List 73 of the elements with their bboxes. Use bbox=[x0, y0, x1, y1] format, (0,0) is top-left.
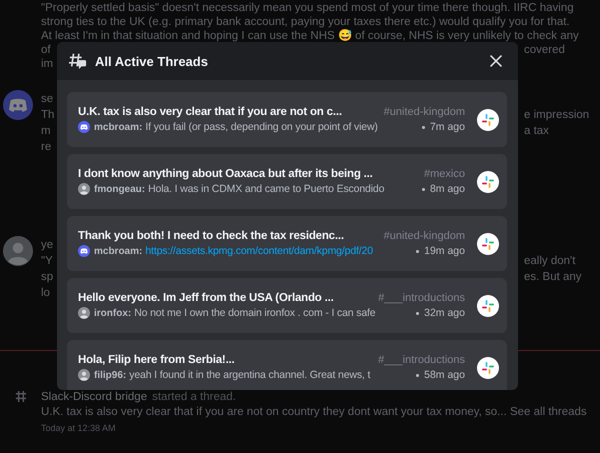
message-text: a tax bbox=[524, 125, 549, 137]
separator-dot bbox=[416, 374, 420, 376]
message-text: If you fail (or pass, depending on your point of view) bbox=[145, 121, 379, 133]
message-text: e impression bbox=[524, 109, 590, 121]
thread-card[interactable]: Hello everyone. Im Jeff from the USA (Orlando ... #___introductions ironfox: No not me I own the domain ironfox . com - I can safe 32m ago bbox=[67, 278, 507, 333]
thread-title: Hola, Filip here from Serbia!... bbox=[78, 354, 236, 366]
discord-avatar-icon bbox=[3, 90, 33, 120]
message-link[interactable]: https://assets.kpmg.com/content/dam/kpmg/pdf/20 bbox=[145, 245, 412, 257]
message-text: At least I'm in that situation and hoping I can use the NHS 😅 of course, NHS is very unlikely to check any bbox=[41, 30, 579, 42]
thread-title: Hello everyone. Im Jeff from the USA (Orlando ... bbox=[78, 292, 335, 304]
thread-card[interactable]: Thank you both! I need to check the tax residenc... #united-kingdom mcbroam: https://assets.kpmg.com/content/dam/kpmg/pdf/20 19m ago bbox=[67, 216, 507, 271]
channel-name: #mexico bbox=[424, 168, 465, 180]
thread-title: U.K. tax is also very clear that if you are not on c... bbox=[78, 106, 343, 118]
message-text: strong ties to the UK (e.g. primary bank account, paying your taxes there etc.) would qualify you for that. bbox=[41, 16, 570, 28]
author-name: filip96: bbox=[94, 370, 126, 380]
timestamp: 19m ago bbox=[424, 245, 465, 257]
message-text: Hola. I was in CDMX and came to Puerto Escondido bbox=[148, 183, 386, 195]
slack-logo-icon bbox=[477, 356, 499, 378]
author-name: ironfox: bbox=[94, 308, 132, 318]
thread-card[interactable]: U.K. tax is also very clear that if you are not on c... #united-kingdom mcbroam: If you fail (or pass, depending on your point of view) 7m ago bbox=[67, 92, 507, 147]
message-text: im bbox=[41, 58, 54, 70]
discord-avatar-icon bbox=[78, 245, 90, 257]
thread-title: I dont know anything about Oaxaca but after its being ... bbox=[78, 168, 374, 180]
separator-dot bbox=[416, 312, 420, 314]
message-text: "Properly settled basis" doesn't necessarily mean you spend most of your time there though. IIRC having bbox=[41, 2, 574, 14]
timestamp: 58m ago bbox=[424, 369, 465, 381]
threads-icon bbox=[69, 52, 87, 70]
author-name: Slack-Discord bridge bbox=[41, 391, 148, 403]
thread-title: Thank you both! I need to check the tax residenc... bbox=[78, 230, 345, 242]
message-text: sp bbox=[41, 271, 54, 283]
message-text: of bbox=[41, 44, 51, 56]
discord-avatar-icon bbox=[78, 121, 90, 133]
action-text: started a thread. bbox=[152, 391, 236, 403]
separator-dot bbox=[422, 126, 425, 128]
timestamp: Today at 12:38 AM bbox=[41, 423, 116, 433]
channel-name: #united-kingdom bbox=[384, 106, 465, 118]
hash-icon bbox=[15, 390, 27, 403]
message-text: Th bbox=[41, 109, 54, 121]
thread-card[interactable]: I dont know anything about Oaxaca but after its being ... #mexico fmongeau: Hola. I was in CDMX and came to Puerto Escondido 8m ago bbox=[67, 154, 507, 209]
message-text: covered bbox=[524, 44, 565, 56]
message-text: "Y bbox=[41, 255, 53, 267]
close-icon bbox=[489, 54, 503, 68]
message-text: ye bbox=[41, 239, 54, 251]
message-text: se bbox=[41, 93, 54, 105]
slack-logo-icon bbox=[477, 294, 499, 316]
avatar-icon bbox=[78, 307, 90, 319]
slack-logo-icon bbox=[477, 170, 499, 192]
channel-name: #___introductions bbox=[378, 292, 465, 304]
channel-name: #united-kingdom bbox=[384, 230, 465, 242]
thread-preview: U.K. tax is also very clear that if you are not on country they dont want your tax money, so... See all threads Today at 12:38 AM bbox=[41, 405, 588, 435]
author-name: mcbroam: bbox=[94, 122, 142, 132]
author-name: fmongeau: bbox=[94, 184, 146, 194]
timestamp: 8m ago bbox=[430, 183, 465, 195]
message-text: eally don't bbox=[524, 255, 576, 267]
message-text: lo bbox=[41, 287, 50, 299]
channel-name: #___introductions bbox=[378, 354, 465, 366]
slack-logo-icon bbox=[477, 232, 499, 254]
message-text: yeah I found it in the argentina channel. Great news, t bbox=[129, 369, 372, 381]
avatar-icon bbox=[78, 369, 90, 381]
timestamp: 7m ago bbox=[430, 121, 465, 133]
separator-dot bbox=[422, 188, 425, 190]
message-text: re bbox=[41, 141, 52, 153]
separator-dot bbox=[416, 250, 420, 252]
slack-logo-icon bbox=[477, 108, 499, 130]
avatar-icon bbox=[78, 183, 90, 195]
message-text: m bbox=[41, 125, 51, 137]
author-name: mcbroam: bbox=[94, 246, 142, 256]
avatar-icon bbox=[3, 236, 33, 266]
message-text: No not me I own the domain ironfox . com - I can safe bbox=[134, 307, 376, 319]
timestamp: 32m ago bbox=[424, 307, 465, 319]
message-text: es. But any bbox=[524, 271, 582, 283]
modal-title: All Active Threads bbox=[95, 54, 209, 68]
thread-card[interactable]: Hola, Filip here from Serbia!... #___introductions filip96: yeah I found it in the argentina channel. Great news, t 58m ago bbox=[67, 340, 507, 390]
